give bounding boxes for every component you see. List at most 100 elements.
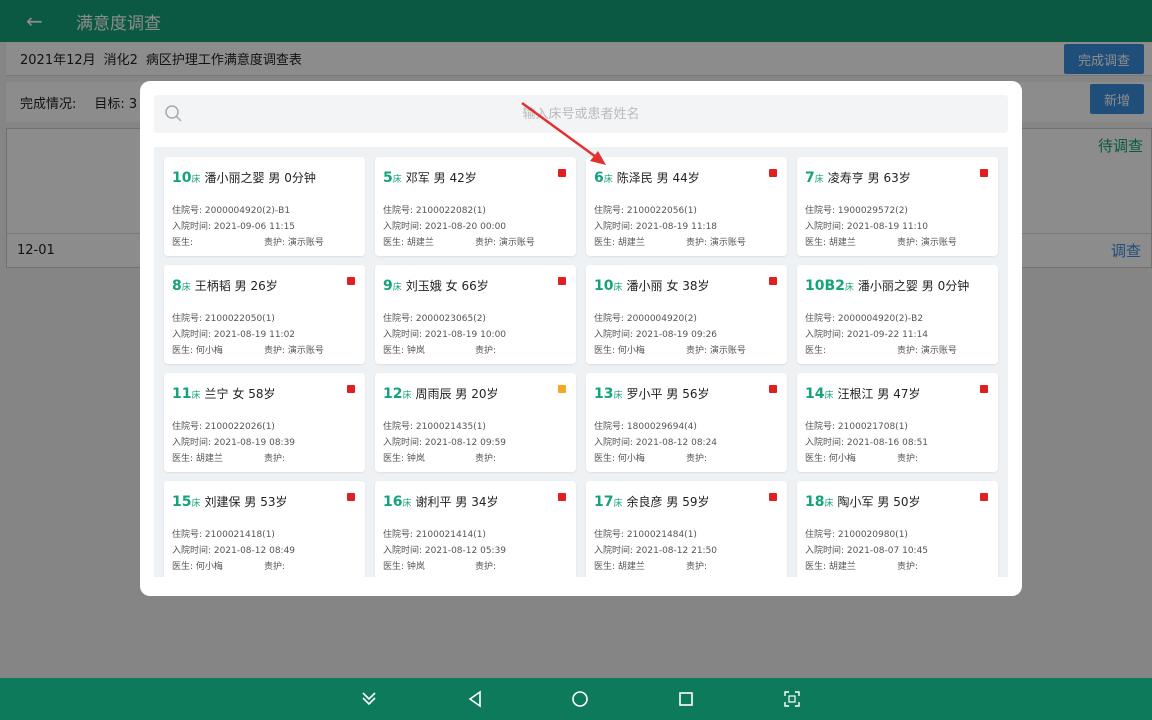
- patient-card-header: 18床 陶小军 男 50岁: [805, 493, 920, 510]
- admission-time: 入院时间: 2021-08-12 08:24: [594, 435, 717, 448]
- nurse-label: 责护:: [264, 562, 286, 572]
- patient-card-header: 17床 余良彦 男 59岁: [594, 493, 709, 510]
- search-input[interactable]: [154, 95, 1008, 133]
- admission-time-label: 入院时间:: [383, 546, 423, 556]
- patient-card-header: 16床 谢利平 男 34岁: [383, 493, 498, 510]
- nurse-label: 责护:: [475, 562, 497, 572]
- admission-number-value: 2100022050(1): [204, 314, 275, 324]
- patient-picker-dialog: 10床潘小丽之婴 男 0分钟住院号: 2000004920(2)-B1入院时间:…: [140, 81, 1022, 596]
- admission-time: 入院时间: 2021-08-12 08:49: [172, 543, 295, 556]
- nurse-value: 演示账号: [920, 238, 957, 248]
- status-flag-icon: [769, 169, 777, 177]
- admission-time-value: 2021-08-19 11:02: [213, 330, 296, 340]
- bed-number: 12: [383, 386, 403, 402]
- patient-sex: 男: [877, 495, 890, 509]
- patient-card-header: 15床 刘建保 男 53岁: [172, 493, 287, 510]
- admission-time: 入院时间: 2021-08-19 10:00: [383, 327, 506, 340]
- back-triangle-icon[interactable]: [464, 688, 486, 710]
- patient-card[interactable]: 10床 潘小丽 女 38岁 住院号: 2000004920(2) 入院时间: 2021…: [586, 265, 787, 364]
- nurse-label: 责护:: [897, 238, 919, 248]
- patient-card[interactable]: 15床 刘建保 男 53岁 住院号: 2100021418(1) 入院时间: 2021…: [164, 481, 365, 577]
- recents-square-icon[interactable]: [675, 688, 697, 710]
- status-flag-icon: [347, 277, 355, 285]
- admission-time: 入院时间: 2021-08-12 21:50: [594, 543, 717, 556]
- patient-age: 59岁: [682, 495, 710, 509]
- doctor-label: 医生:: [805, 238, 827, 248]
- nurse-label: 责护:: [686, 346, 708, 356]
- patient-name: 汪根江: [837, 387, 874, 401]
- patient-card[interactable]: 17床 余良彦 男 59岁 住院号: 2100021484(1) 入院时间: 2021…: [586, 481, 787, 577]
- patient-card[interactable]: 14床 汪根江 男 47岁 住院号: 2100021708(1) 入院时间: 2021…: [797, 373, 998, 472]
- patient-card-header: 10床 潘小丽之婴 男 0分钟: [172, 169, 316, 186]
- doctor-value: 胡建兰: [617, 238, 645, 248]
- patient-card[interactable]: 11床 兰宁 女 58岁 住院号: 2100022026(1) 入院时间: 2021-…: [164, 373, 365, 472]
- admission-time-label: 入院时间:: [805, 222, 845, 232]
- bed-unit: 床: [402, 499, 412, 509]
- nurse-info: 责护: 演示账号: [686, 343, 746, 356]
- admission-time: 入院时间: 2021-08-20 00:00: [383, 219, 506, 232]
- admission-time: 入院时间: 2021-08-19 11:10: [805, 219, 928, 232]
- bed-unit: 床: [181, 283, 191, 293]
- admission-time-value: 2021-08-19 10:00: [424, 330, 507, 340]
- admission-number-label: 住院号:: [594, 314, 625, 324]
- doctor-value: 钟岚: [406, 454, 425, 464]
- admission-number-value: 2100022056(1): [626, 206, 697, 216]
- patient-card[interactable]: 10床 潘小丽之婴 男 0分钟 住院号: 2000004920(2)-B1 入院时间:…: [164, 157, 365, 256]
- admission-number: 住院号: 2100022056(1): [594, 203, 697, 216]
- screenshot-icon[interactable]: [781, 688, 803, 710]
- admission-time-label: 入院时间:: [172, 546, 212, 556]
- nurse-value: 演示账号: [920, 346, 957, 356]
- admission-number: 住院号: 2000023065(2): [383, 311, 486, 324]
- care-team: 医生: 胡建兰 责护: 演示账号: [383, 235, 535, 248]
- home-circle-icon[interactable]: [569, 688, 591, 710]
- admission-number-value: 2100020980(1): [837, 530, 908, 540]
- admission-number-label: 住院号:: [805, 422, 836, 432]
- patient-card-header: 5床 邓军 男 42岁: [383, 169, 477, 186]
- admission-time: 入院时间: 2021-08-19 09:26: [594, 327, 717, 340]
- doctor-label: 医生:: [172, 238, 194, 248]
- nurse-label: 责护:: [686, 454, 708, 464]
- patient-card[interactable]: 18床 陶小军 男 50岁 住院号: 2100020980(1) 入院时间: 2021…: [797, 481, 998, 577]
- patient-age: 53岁: [260, 495, 288, 509]
- patient-card[interactable]: 13床 罗小平 男 56岁 住院号: 1800029694(4) 入院时间: 2021…: [586, 373, 787, 472]
- bed-number: 7: [805, 170, 815, 186]
- patient-card[interactable]: 16床 谢利平 男 34岁 住院号: 2100021414(1) 入院时间: 2021…: [375, 481, 576, 577]
- collapse-chevron-icon[interactable]: [358, 688, 380, 710]
- bed-unit: 床: [191, 175, 201, 185]
- patient-age: 66岁: [461, 279, 489, 293]
- patient-sex: 男: [455, 495, 468, 509]
- care-team: 医生: 胡建兰 责护:: [594, 559, 707, 572]
- admission-time-value: 2021-08-19 11:18: [635, 222, 718, 232]
- patient-card[interactable]: 10B2床 潘小丽之婴 男 0分钟 住院号: 2000004920(2)-B2 入院时…: [797, 265, 998, 364]
- patient-card[interactable]: 8床 王柄韬 男 26岁 住院号: 2100022050(1) 入院时间: 2021-…: [164, 265, 365, 364]
- patient-sex: 男: [656, 171, 669, 185]
- admission-time-value: 2021-08-07 10:45: [846, 546, 929, 556]
- patient-card[interactable]: 9床 刘玉娥 女 66岁 住院号: 2000023065(2) 入院时间: 2021-…: [375, 265, 576, 364]
- doctor-label: 医生:: [172, 454, 194, 464]
- bed-unit: 床: [392, 175, 402, 185]
- admission-number: 住院号: 2100021708(1): [805, 419, 908, 432]
- admission-time-label: 入院时间:: [383, 222, 423, 232]
- care-team: 医生: 钟岚 责护:: [383, 343, 496, 356]
- patient-card[interactable]: 7床 凌寿亨 男 63岁 住院号: 1900029572(2) 入院时间: 2021-…: [797, 157, 998, 256]
- patient-name: 陶小军: [837, 495, 874, 509]
- patient-card[interactable]: 6床 陈泽民 男 44岁 住院号: 2100022056(1) 入院时间: 2021-…: [586, 157, 787, 256]
- admission-number-label: 住院号:: [172, 422, 203, 432]
- status-flag-icon: [980, 385, 988, 393]
- patient-name: 潘小丽之婴: [204, 171, 265, 185]
- admission-time-value: 2021-08-19 09:26: [635, 330, 718, 340]
- status-flag-icon: [769, 493, 777, 501]
- patient-age: 26岁: [250, 279, 278, 293]
- patient-age: 50岁: [893, 495, 921, 509]
- nurse-info: 责护:: [264, 451, 285, 464]
- patient-card[interactable]: 5床 邓军 男 42岁 住院号: 2100022082(1) 入院时间: 2021-0…: [375, 157, 576, 256]
- nurse-label: 责护:: [264, 238, 286, 248]
- admission-time: 入院时间: 2021-08-07 10:45: [805, 543, 928, 556]
- status-flag-icon: [347, 493, 355, 501]
- patient-card[interactable]: 12床 周雨辰 男 20岁 住院号: 2100021435(1) 入院时间: 2021…: [375, 373, 576, 472]
- patient-grid-scroll[interactable]: 10床 潘小丽之婴 男 0分钟 住院号: 2000004920(2)-B1 入院时间:…: [154, 147, 1008, 577]
- doctor-value: 何小梅: [195, 562, 223, 572]
- bed-number: 5: [383, 170, 393, 186]
- admission-number-value: 2100021435(1): [415, 422, 486, 432]
- bed-unit: 床: [814, 175, 824, 185]
